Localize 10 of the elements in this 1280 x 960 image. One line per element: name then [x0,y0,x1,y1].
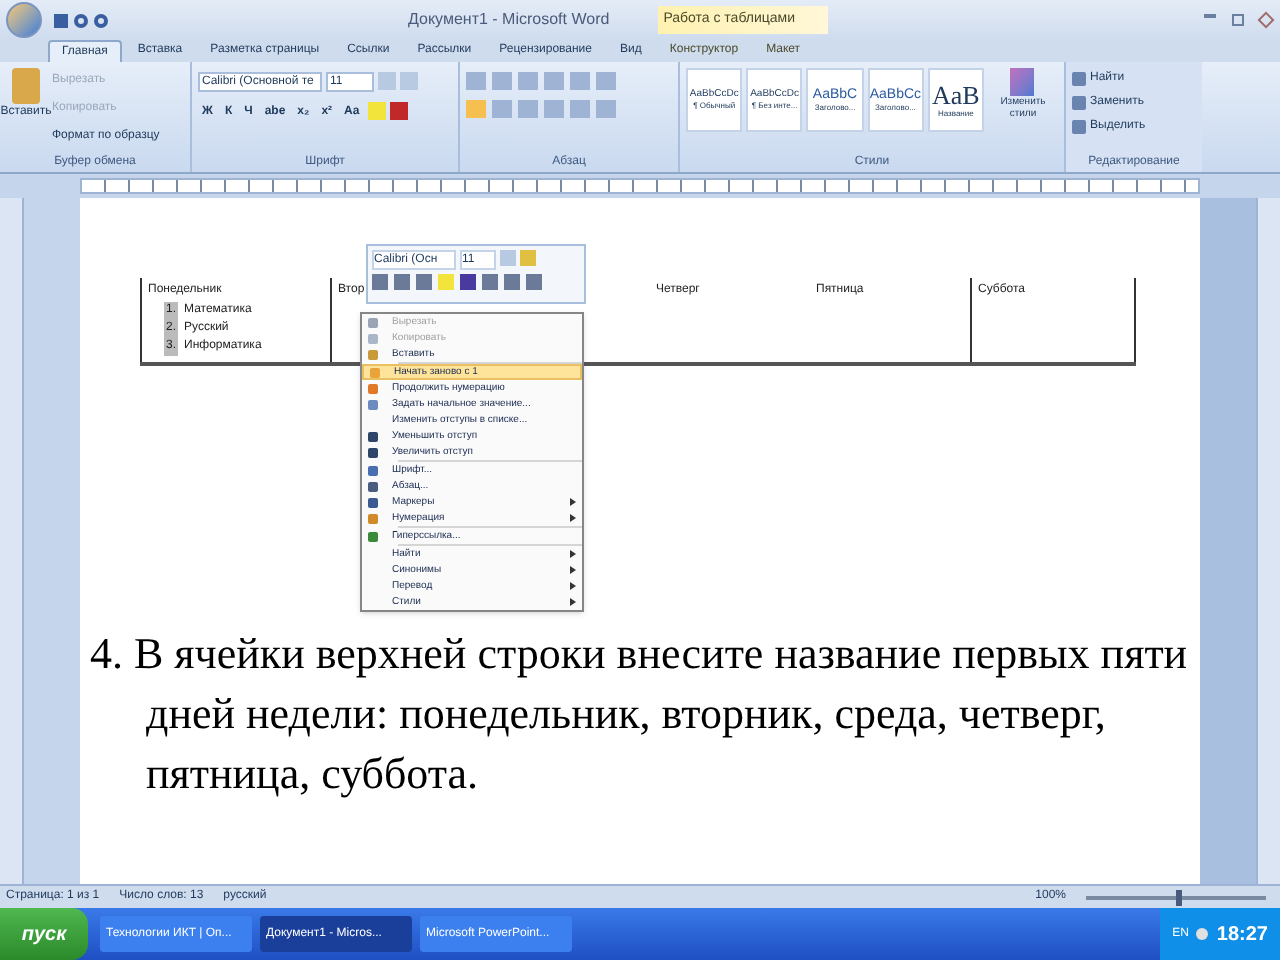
clock: 18:27 [1216,921,1268,949]
restore-icon[interactable] [1232,14,1244,26]
window-title: Документ1 - Microsoft Word [408,8,610,32]
office-button[interactable] [6,2,42,38]
scrollbar[interactable] [1256,198,1280,884]
instruction-text: 4. В ячейки верхней строки внесите название первых пяти дней недели: понедельник, вторник, среда, четверг, пятница, суббота. [90,626,1190,802]
zoom-thumb[interactable] [1176,889,1182,905]
minimize-icon[interactable] [1204,14,1216,18]
tray-icon [1196,928,1209,940]
style-sample: AaB [931,81,980,107]
